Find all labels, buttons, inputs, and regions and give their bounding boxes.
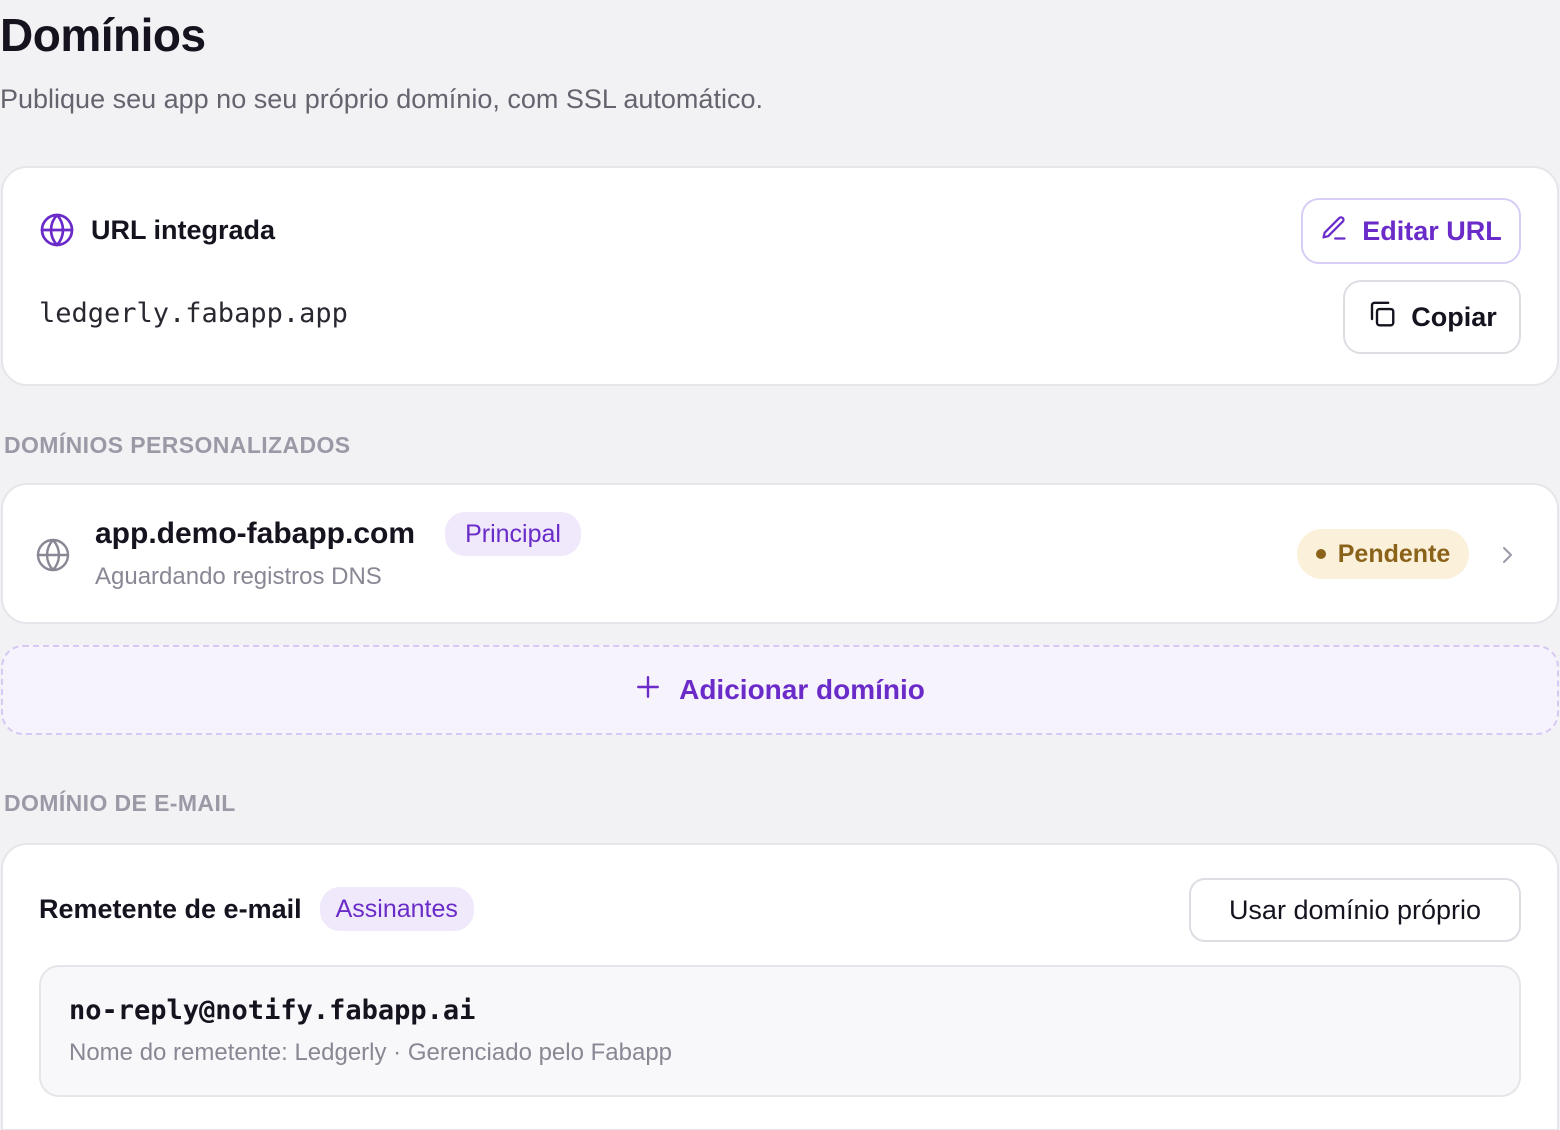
plus-icon: [635, 674, 661, 707]
domain-list-item[interactable]: app.demo-fabapp.com Principal Aguardando…: [1, 483, 1559, 624]
builtin-url-header: URL integrada: [39, 212, 275, 248]
status-dot-icon: [1315, 549, 1326, 559]
builtin-url-card: URL integrada ledgerly.fabapp.app Editar…: [1, 166, 1559, 386]
page-title: Domínios: [0, 9, 206, 61]
email-sender-label: Remetente de e-mail: [39, 893, 302, 924]
copy-label: Copiar: [1411, 301, 1497, 332]
status-badge: Pendente: [1297, 529, 1469, 579]
status-badge-label: Pendente: [1337, 539, 1451, 568]
domain-status-text: Aguardando registros DNS: [95, 563, 382, 590]
add-domain-label: Adicionar domínio: [679, 674, 925, 705]
page-subtitle: Publique seu app no seu próprio domínio,…: [0, 84, 763, 114]
edit-url-label: Editar URL: [1362, 215, 1502, 246]
principal-badge: Principal: [445, 512, 581, 556]
custom-domains-section-label: DOMÍNIOS PERSONALIZADOS: [4, 432, 351, 458]
globe-icon: [39, 212, 75, 248]
chevron-right-icon[interactable]: [1495, 543, 1519, 572]
email-sender-header: Remetente de e-mail Assinantes: [39, 887, 474, 931]
globe-icon: [35, 537, 71, 578]
copy-icon: [1367, 299, 1397, 336]
sender-address: no-reply@notify.fabapp.ai: [69, 995, 476, 1026]
use-own-domain-button[interactable]: Usar domínio próprio: [1189, 878, 1521, 942]
sender-meta: Nome do remetente: Ledgerly · Gerenciado…: [69, 1039, 673, 1066]
subscribers-badge: Assinantes: [319, 887, 474, 931]
domain-name: app.demo-fabapp.com: [95, 517, 416, 550]
pencil-icon: [1320, 214, 1348, 249]
builtin-url-value: ledgerly.fabapp.app: [39, 298, 348, 329]
email-domain-card: Remetente de e-mail Assinantes Usar domí…: [1, 843, 1559, 1130]
email-domain-section-label: DOMÍNIO DE E-MAIL: [4, 790, 236, 816]
edit-url-button[interactable]: Editar URL: [1301, 198, 1521, 264]
add-domain-button[interactable]: Adicionar domínio: [1, 645, 1559, 735]
copy-button[interactable]: Copiar: [1343, 280, 1521, 354]
builtin-url-label: URL integrada: [91, 214, 276, 245]
email-sender-box: no-reply@notify.fabapp.ai Nome do remete…: [39, 965, 1521, 1097]
